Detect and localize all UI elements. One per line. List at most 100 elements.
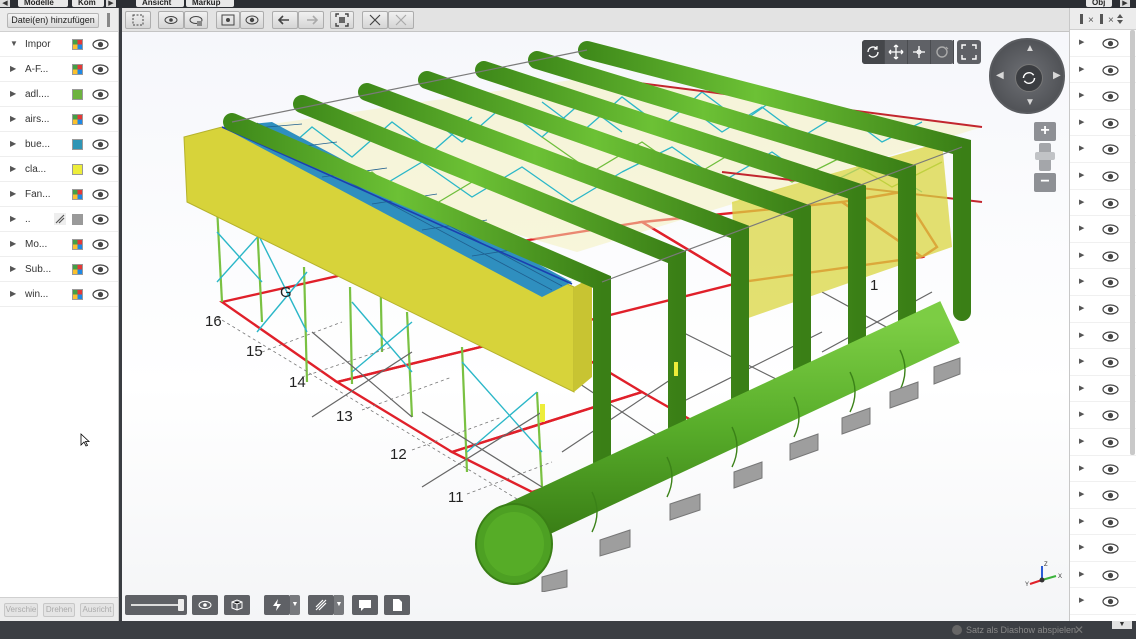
visibility-eye-icon[interactable] [1102, 143, 1119, 156]
object-row[interactable]: ▶ [1070, 30, 1136, 57]
isolate-icon[interactable] [158, 11, 184, 29]
visibility-eye-icon[interactable] [92, 63, 109, 76]
add-files-button[interactable]: Datei(en) hinzufügen [7, 13, 99, 28]
visibility-eye-icon[interactable] [92, 213, 109, 226]
chevron-right-icon[interactable]: ▶ [10, 164, 16, 173]
chevron-right-icon[interactable]: ▶ [1079, 91, 1084, 99]
visibility-eye-icon[interactable] [92, 88, 109, 101]
chevron-right-icon[interactable]: ▶ [1079, 543, 1084, 551]
model-tree-item[interactable]: ▶.. [0, 207, 118, 232]
tab-objects[interactable]: Obj [1086, 0, 1112, 7]
color-swatch[interactable] [72, 264, 83, 275]
chevron-right-icon[interactable]: ▶ [1079, 464, 1084, 472]
orbit-tool-icon[interactable] [862, 40, 885, 64]
object-row[interactable]: ▶ [1070, 296, 1136, 323]
chevron-right-icon[interactable]: ▶ [1079, 224, 1084, 232]
chevron-right-icon[interactable]: ▶ [1079, 570, 1084, 578]
measure-icon[interactable] [362, 11, 388, 29]
object-row[interactable]: ▶ [1070, 349, 1136, 376]
color-swatch[interactable] [72, 189, 83, 200]
visibility-eye-icon[interactable] [1102, 37, 1119, 50]
color-swatch[interactable] [72, 114, 83, 125]
clash-icon[interactable] [264, 595, 290, 615]
objects-toolbar-icons[interactable]: × × [1080, 12, 1124, 26]
object-row[interactable]: ▶ [1070, 535, 1136, 562]
chevron-right-icon[interactable]: ▶ [10, 64, 16, 73]
object-row[interactable]: ▶ [1070, 216, 1136, 243]
chevron-right-icon[interactable]: ▶ [1079, 357, 1084, 365]
tab-scroll-right-icon[interactable]: ▶ [106, 0, 116, 7]
objects-scrollbar[interactable] [1130, 30, 1135, 455]
color-swatch[interactable] [72, 89, 83, 100]
orbit-up-icon[interactable]: ▲ [1025, 43, 1035, 54]
3d-model-scene[interactable] [122, 32, 1069, 592]
walk-tool-icon[interactable] [908, 40, 931, 64]
chevron-right-icon[interactable]: ▶ [1079, 65, 1084, 73]
visibility-eye-icon[interactable] [1102, 223, 1119, 236]
color-swatch[interactable] [72, 289, 83, 300]
slider-thumb[interactable] [178, 599, 184, 611]
measure-clear-icon[interactable] [388, 11, 414, 29]
chevron-right-icon[interactable]: ▶ [1079, 596, 1084, 604]
chevron-right-icon[interactable]: ▶ [10, 214, 16, 223]
model-tree-item[interactable]: ▶ Mo... [0, 232, 118, 257]
chevron-right-icon[interactable]: ▶ [1079, 277, 1084, 285]
object-row[interactable]: ▶ [1070, 429, 1136, 456]
move-button[interactable]: Verschie [4, 603, 38, 617]
document-icon[interactable] [384, 595, 410, 615]
clash-dropdown-icon[interactable]: ▼ [290, 595, 300, 615]
model-tree-item[interactable]: ▶ cla... [0, 157, 118, 182]
object-row[interactable]: ▶ [1070, 482, 1136, 509]
color-swatch[interactable] [72, 239, 83, 250]
tab-view[interactable]: Ansicht [136, 0, 184, 7]
zoom-in-button[interactable]: + [1034, 122, 1056, 141]
panel-grip-icon[interactable] [107, 13, 110, 27]
tab-models[interactable]: Modelle [18, 0, 68, 7]
tab-comments[interactable]: Kom [72, 0, 104, 7]
color-swatch[interactable] [72, 64, 83, 75]
model-tree-item[interactable]: ▶ bue... [0, 132, 118, 157]
visibility-eye-icon[interactable] [1102, 569, 1119, 582]
visibility-eye-icon[interactable] [92, 263, 109, 276]
tab-scroll-left-icon[interactable]: ◀ [0, 0, 10, 7]
object-row[interactable]: ▶ [1070, 136, 1136, 163]
visibility-eye-icon[interactable] [1102, 436, 1119, 449]
visibility-eye-icon[interactable] [1102, 330, 1119, 343]
visibility-eye-icon[interactable] [1102, 489, 1119, 502]
chevron-right-icon[interactable]: ▶ [1079, 251, 1084, 259]
comment-icon[interactable] [352, 595, 378, 615]
object-row[interactable]: ▶ [1070, 588, 1136, 616]
object-row[interactable]: ▶ [1070, 243, 1136, 270]
chevron-right-icon[interactable]: ▶ [1079, 38, 1084, 46]
visibility-eye-icon[interactable] [1102, 250, 1119, 263]
visibility-eye-icon[interactable] [92, 288, 109, 301]
visibility-eye-icon[interactable] [92, 38, 109, 51]
chevron-right-icon[interactable]: ▶ [10, 239, 16, 248]
model-tree-item[interactable]: ▶ win... [0, 282, 118, 307]
visibility-eye-icon[interactable] [1102, 170, 1119, 183]
visibility-eye-icon[interactable] [92, 188, 109, 201]
chevron-right-icon[interactable]: ▶ [10, 139, 16, 148]
play-slideshow-icon[interactable] [952, 625, 962, 635]
visibility-eye-icon[interactable] [1102, 383, 1119, 396]
chevron-right-icon[interactable]: ▶ [1079, 171, 1084, 179]
object-row[interactable]: ▶ [1070, 57, 1136, 84]
tab-markup[interactable]: Markup [186, 0, 234, 7]
chevron-right-icon[interactable]: ▶ [1079, 331, 1084, 339]
draft-pin-icon[interactable] [54, 213, 66, 225]
draft-icon[interactable] [308, 595, 334, 615]
model-tree-item[interactable]: ▶ Fan... [0, 182, 118, 207]
object-row[interactable]: ▶ [1070, 509, 1136, 536]
object-row[interactable]: ▶ [1070, 562, 1136, 589]
object-row[interactable]: ▶ [1070, 323, 1136, 350]
section-box-icon[interactable] [224, 595, 250, 615]
object-row[interactable]: ▶ [1070, 376, 1136, 403]
model-tree-item[interactable]: ▶ A-F... [0, 57, 118, 82]
orbit-left-icon[interactable]: ◀ [996, 70, 1004, 81]
visibility-eye-icon[interactable] [1102, 64, 1119, 77]
model-tree-item[interactable]: ▶ airs... [0, 107, 118, 132]
chevron-right-icon[interactable]: ▶ [10, 289, 16, 298]
object-row[interactable]: ▶ [1070, 163, 1136, 190]
transparency-slider[interactable] [125, 595, 187, 615]
visibility-eye-icon[interactable] [1102, 90, 1119, 103]
